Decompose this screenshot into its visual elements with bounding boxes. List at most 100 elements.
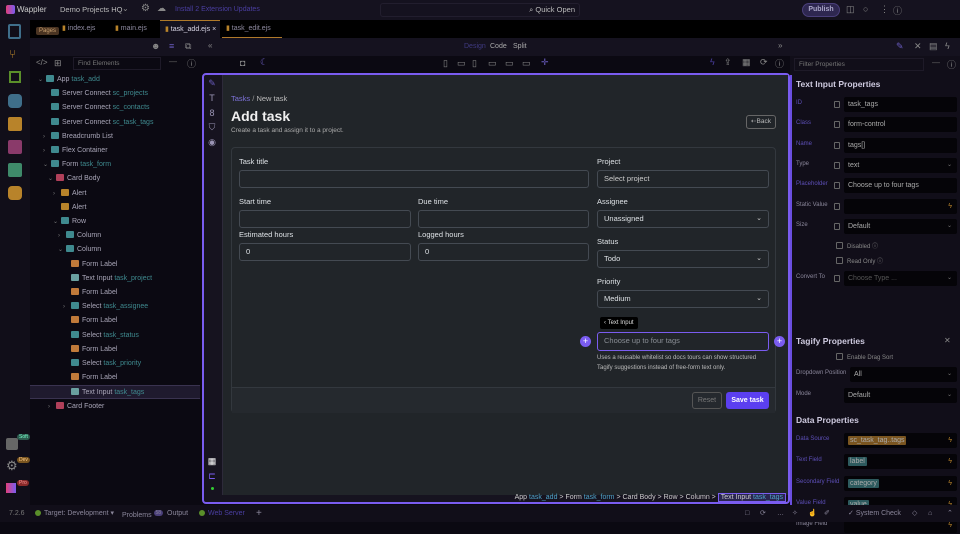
target-selector[interactable]: Target: Development ▾	[35, 505, 114, 522]
bolt-icon[interactable]: ϟ	[948, 476, 952, 491]
property-value[interactable]: task_tags	[844, 97, 957, 112]
files-icon[interactable]	[8, 24, 21, 39]
eye-icon[interactable]: ◉	[207, 137, 217, 147]
help-icon[interactable]: ⓘ	[775, 57, 784, 70]
reset-button[interactable]: Reset	[692, 392, 722, 409]
problems-tab[interactable]: Problems 58	[122, 505, 164, 524]
workflow-icon[interactable]	[9, 71, 21, 83]
split-view-icon[interactable]: ◫	[846, 4, 855, 15]
binding-icon[interactable]	[834, 182, 840, 190]
chevron-right-icon[interactable]: ›	[58, 229, 66, 243]
robot-icon[interactable]: ☻	[151, 41, 160, 51]
extensions-icon[interactable]	[6, 438, 18, 450]
task-title-input[interactable]	[239, 170, 589, 188]
tree-item[interactable]: Server Connect sc_projects	[30, 87, 200, 101]
project-input[interactable]: Select project	[597, 170, 769, 188]
desktop-icon[interactable]: ▭	[505, 58, 514, 69]
gear-icon[interactable]: ⚙	[141, 3, 150, 14]
project-selector[interactable]: Demo Projects HQ	[60, 5, 123, 14]
layers-icon[interactable]	[8, 163, 22, 177]
chevron-down-icon[interactable]: ⌄	[48, 172, 56, 186]
data-property-value[interactable]: sc_task_tag..tags ϟ	[844, 433, 957, 448]
binding-icon[interactable]	[834, 141, 840, 149]
path-item[interactable]: Card Body	[623, 494, 658, 501]
estimated-hours-input[interactable]: 0	[239, 243, 411, 261]
database-icon[interactable]	[8, 94, 22, 108]
filter-properties-input[interactable]	[794, 58, 924, 71]
binding-icon[interactable]	[834, 275, 840, 283]
path-item[interactable]: Column	[686, 494, 712, 501]
web-server-toggle[interactable]: Web Server	[199, 505, 245, 522]
property-value[interactable]: form-control	[844, 117, 957, 133]
convert-to-select[interactable]: Choose Type ... ⌄	[844, 271, 957, 287]
tab-task-edit-ejs[interactable]: ▮ task_edit.ejs	[222, 20, 282, 38]
tree-item[interactable]: ⌄ Card Body	[30, 172, 200, 186]
tree-item[interactable]: Select task_status	[30, 329, 200, 343]
tree-item[interactable]: Server Connect sc_contacts	[30, 101, 200, 115]
tab-index-ejs[interactable]: ▮ index.ejs	[62, 20, 112, 38]
path-item-selected[interactable]: Text Input task_tags	[717, 493, 786, 502]
robot-ai-icon[interactable]	[8, 186, 22, 200]
trash-icon[interactable]: ⌂	[928, 505, 932, 522]
data-property-value[interactable]: label ϟ	[844, 454, 957, 470]
path-item[interactable]: Row	[664, 494, 680, 501]
tree-item[interactable]: Text Input task_tags	[30, 385, 200, 400]
tree-item[interactable]: › Card Footer	[30, 400, 200, 414]
brush-icon[interactable]: ✐	[824, 505, 830, 522]
square-icon[interactable]: □	[745, 505, 749, 522]
mode-select[interactable]: Default ⌄	[844, 388, 957, 403]
back-button[interactable]: ⇠Back	[746, 115, 776, 129]
refresh-icon[interactable]: ⟳	[760, 57, 768, 68]
binding-icon[interactable]	[834, 161, 840, 169]
resize-move-icon[interactable]: ✛	[541, 57, 549, 68]
tags-input[interactable]: Choose up to four tags	[597, 332, 769, 351]
phone-icon[interactable]: ▯	[443, 58, 448, 69]
edit-icon[interactable]: ✎	[207, 78, 217, 88]
hierarchy-icon[interactable]: ⧉	[185, 41, 191, 52]
quick-open-button[interactable]: ⌕ Quick Open	[380, 3, 580, 17]
due-time-input[interactable]	[418, 210, 589, 228]
start-time-input[interactable]	[239, 210, 411, 228]
binding-icon[interactable]	[834, 101, 840, 108]
path-item[interactable]: Form task_form	[565, 494, 614, 501]
wide-desktop-icon[interactable]: ▭	[522, 58, 531, 69]
publish-button[interactable]: Publish	[802, 3, 840, 17]
components-icon[interactable]: ⊞	[54, 58, 62, 69]
read-only-checkbox[interactable]: Read Only ⓘ	[836, 256, 883, 265]
chevron-up-icon[interactable]: ⌃	[947, 505, 953, 522]
help-icon[interactable]: ⓘ	[893, 4, 902, 17]
chevron-down-icon[interactable]: ⌄	[53, 215, 61, 229]
mode-code[interactable]: Code	[490, 43, 507, 50]
chevron-right-icon[interactable]: ›	[53, 187, 61, 201]
laptop-icon[interactable]: ▭	[488, 58, 497, 69]
sparkle-icon[interactable]: ✧	[792, 505, 798, 522]
chevron-down-icon[interactable]: ⌄	[58, 243, 66, 257]
chevron-right-icon[interactable]: ›	[43, 130, 51, 144]
enable-drag-sort-checkbox[interactable]: Enable Drag Sort	[836, 353, 893, 361]
chevron-right-icon[interactable]: ›	[43, 144, 51, 158]
link-icon[interactable]: 8	[207, 108, 217, 118]
dynamic-events-bolt-icon[interactable]: ϟ	[945, 41, 950, 51]
system-check-button[interactable]: ✓ System Check	[848, 505, 901, 522]
tree-item[interactable]: › Alert	[30, 187, 200, 201]
list-icon[interactable]: ≡	[169, 41, 174, 51]
tree-item[interactable]: Form Label	[30, 314, 200, 328]
more-icon[interactable]: …	[777, 505, 784, 522]
close-tab-icon[interactable]: ×	[212, 26, 216, 33]
binding-icon[interactable]	[834, 222, 840, 230]
dark-mode-moon-icon[interactable]: ☾	[260, 57, 268, 68]
tree-item[interactable]: ⌄ Column	[30, 243, 200, 257]
disabled-checkbox[interactable]: Disabled ⓘ	[836, 241, 878, 250]
chevron-down-icon[interactable]: ⌄	[38, 73, 46, 87]
css-icon[interactable]: ▤	[929, 41, 938, 52]
server-api-icon[interactable]	[8, 117, 22, 131]
tree-item[interactable]: ⌄ Form task_form	[30, 158, 200, 172]
close-icon[interactable]: ✕	[944, 336, 951, 345]
cloud-upload-icon[interactable]: ☁	[157, 3, 166, 14]
theme-drop-icon[interactable]: ○	[863, 4, 868, 14]
settings-gear-icon[interactable]: ⚙	[6, 458, 18, 474]
tree-item[interactable]: ⌄ App task_add	[30, 73, 200, 87]
save-task-button[interactable]: Save task	[726, 392, 769, 409]
tree-item[interactable]: Form Label	[30, 258, 200, 272]
tree-item[interactable]: Select task_priority	[30, 357, 200, 371]
